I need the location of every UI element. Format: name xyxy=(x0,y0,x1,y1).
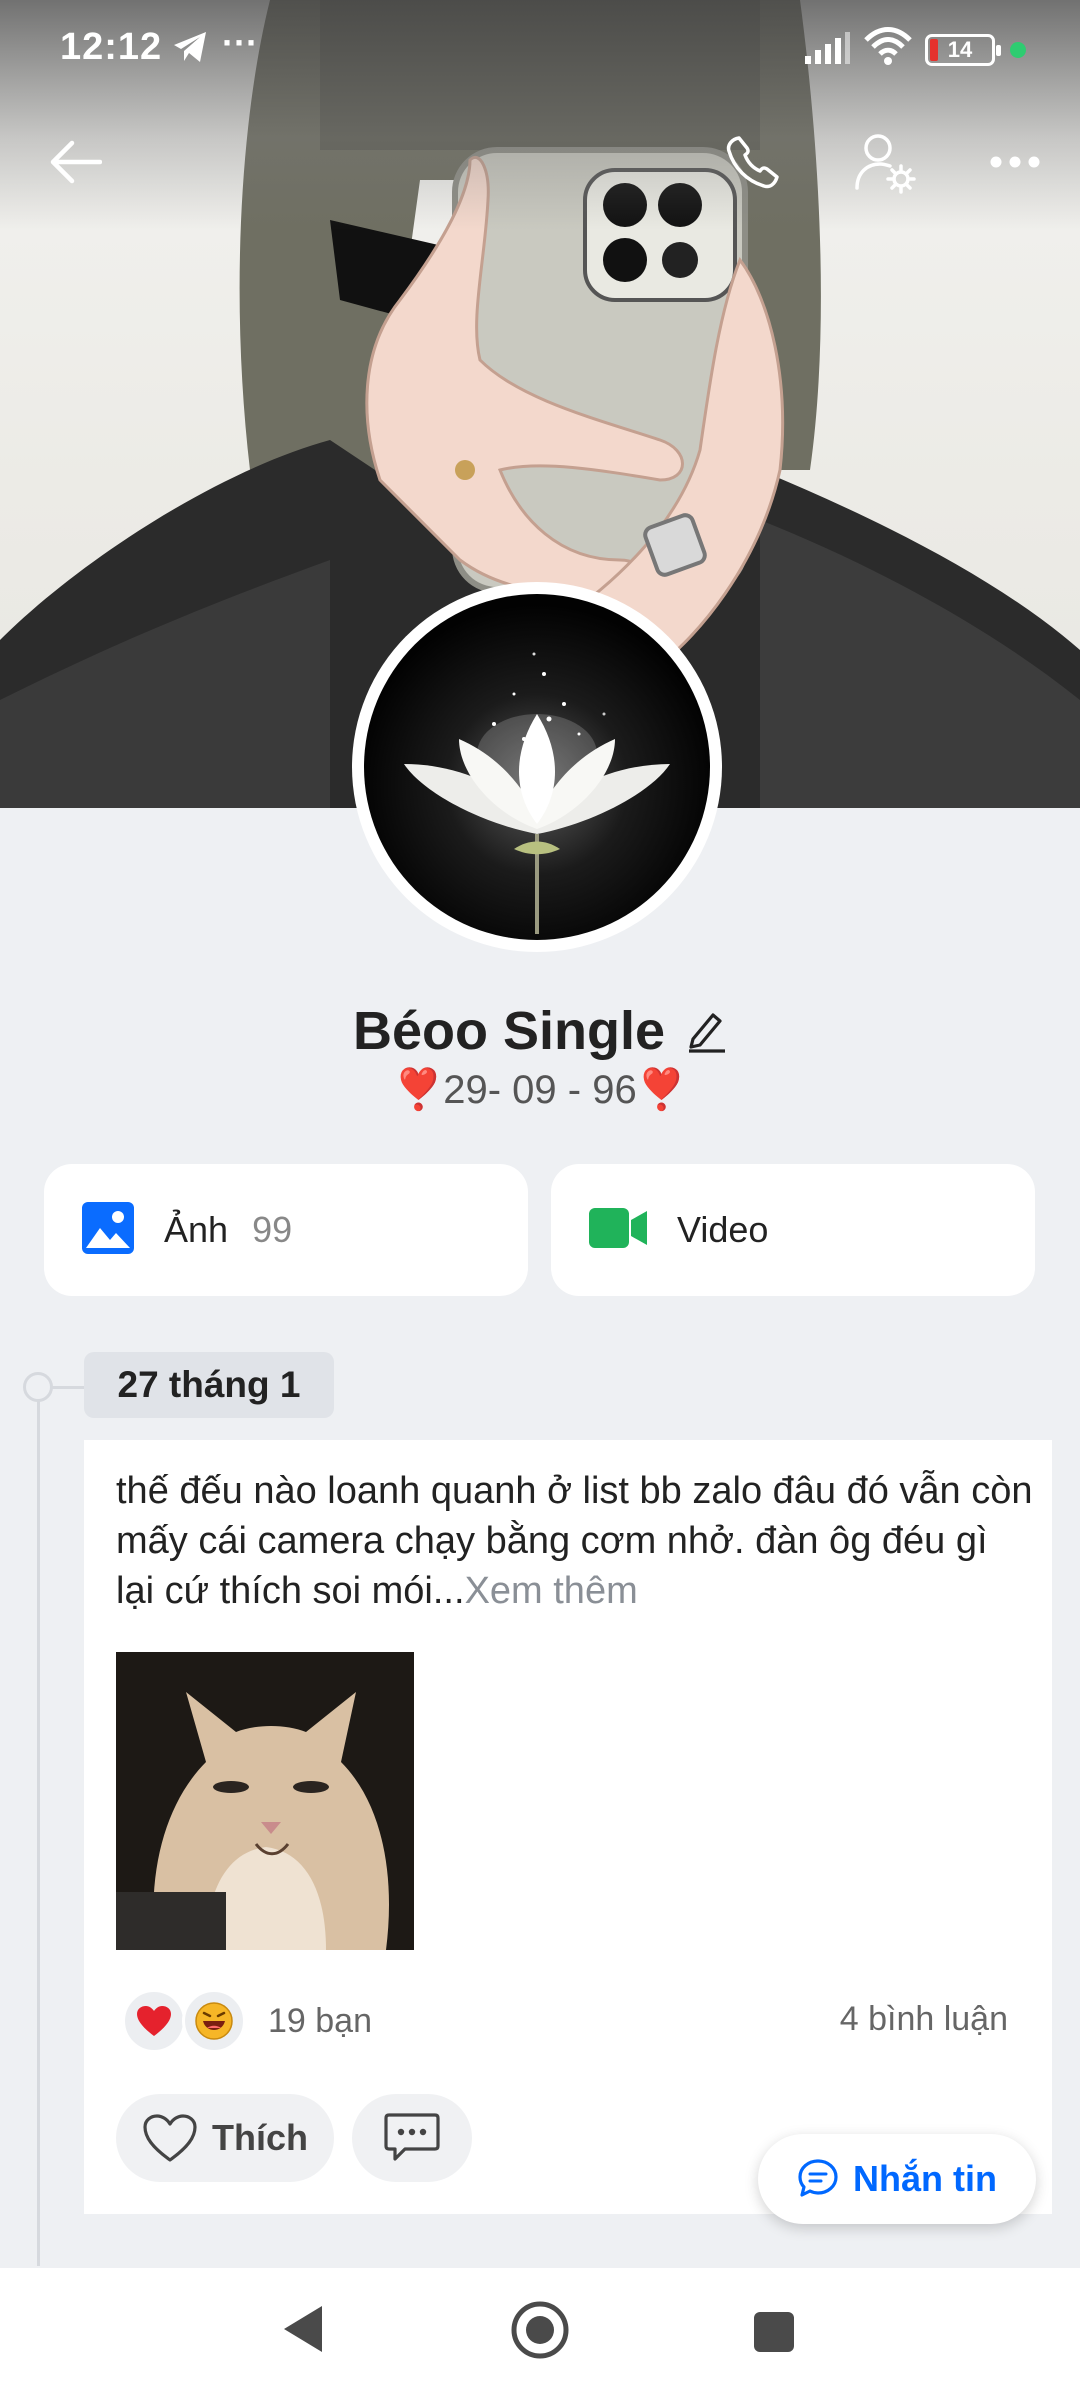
reaction-count: 19 bạn xyxy=(268,2001,372,2040)
send-message-button[interactable]: Nhắn tin xyxy=(758,2134,1036,2224)
more-options-button[interactable] xyxy=(970,122,1060,202)
nav-home-icon[interactable] xyxy=(510,2300,570,2365)
back-arrow-icon xyxy=(50,140,102,184)
post-card[interactable]: thế đếu nào loanh quanh ở list bb zalo đ… xyxy=(84,1440,1052,2214)
battery-icon: 14 xyxy=(925,34,1001,66)
see-more-link[interactable]: Xem thêm xyxy=(465,1570,638,1612)
reactions-summary[interactable]: 19 bạn xyxy=(122,1988,372,2054)
privacy-indicator-dot xyxy=(1010,42,1026,58)
post-image[interactable] xyxy=(116,1652,414,1950)
photo-icon xyxy=(82,1201,134,1259)
user-settings-button[interactable] xyxy=(840,118,930,208)
profile-name-row: Béoo Single xyxy=(0,996,1080,1066)
comment-count[interactable]: 4 bình luận xyxy=(840,2000,1008,2039)
status-time: 12:12 xyxy=(60,26,163,68)
more-icon xyxy=(990,156,1040,168)
photos-button[interactable]: Ảnh 99 xyxy=(44,1164,528,1296)
laugh-reaction-icon xyxy=(182,1989,246,2053)
profile-bio: ❣️29- 09 - 96❣️ xyxy=(393,1068,687,1112)
signal-icon xyxy=(805,30,851,71)
chat-icon xyxy=(798,2159,838,2197)
comment-icon xyxy=(384,2113,440,2161)
nav-back-icon[interactable] xyxy=(282,2304,324,2359)
profile-name: Béoo Single xyxy=(352,1001,666,1061)
timeline-date: 27 tháng 1 xyxy=(84,1352,334,1418)
profile-avatar[interactable] xyxy=(352,582,722,952)
videos-button[interactable]: Video xyxy=(551,1164,1035,1296)
call-button[interactable] xyxy=(708,122,798,202)
nav-recents-icon[interactable] xyxy=(754,2312,794,2352)
videos-label: Video xyxy=(677,1209,769,1250)
video-icon xyxy=(589,1206,647,1255)
like-label: Thích xyxy=(212,2117,308,2158)
lotus-illustration xyxy=(404,652,670,934)
like-button[interactable]: Thích xyxy=(116,2094,334,2182)
photos-label: Ảnh xyxy=(164,1209,229,1250)
battery-level: 14 xyxy=(947,37,973,62)
send-message-label: Nhắn tin xyxy=(853,2158,997,2199)
phone-icon xyxy=(726,136,779,189)
timeline-connector xyxy=(50,1386,84,1389)
timeline-dot xyxy=(23,1372,53,1402)
telegram-icon xyxy=(172,30,208,69)
back-button[interactable] xyxy=(36,122,116,202)
comment-button[interactable] xyxy=(352,2094,472,2182)
edit-name-icon[interactable] xyxy=(687,1009,727,1058)
heart-outline-icon xyxy=(143,2114,197,2162)
more-dots-icon: ··· xyxy=(222,22,258,63)
timeline-line xyxy=(37,1396,40,2266)
system-nav-bar xyxy=(0,2268,1080,2400)
photos-count: 99 xyxy=(252,1209,293,1250)
heart-reaction-icon xyxy=(122,1989,186,2053)
avatar-image xyxy=(364,594,710,940)
wifi-icon xyxy=(864,26,912,71)
user-settings-icon xyxy=(855,134,916,194)
status-bar: 12:12 ··· 14 xyxy=(0,0,1080,100)
cat-photo xyxy=(116,1652,414,1950)
post-text: thế đếu nào loanh quanh ở list bb zalo đ… xyxy=(116,1466,1036,1616)
